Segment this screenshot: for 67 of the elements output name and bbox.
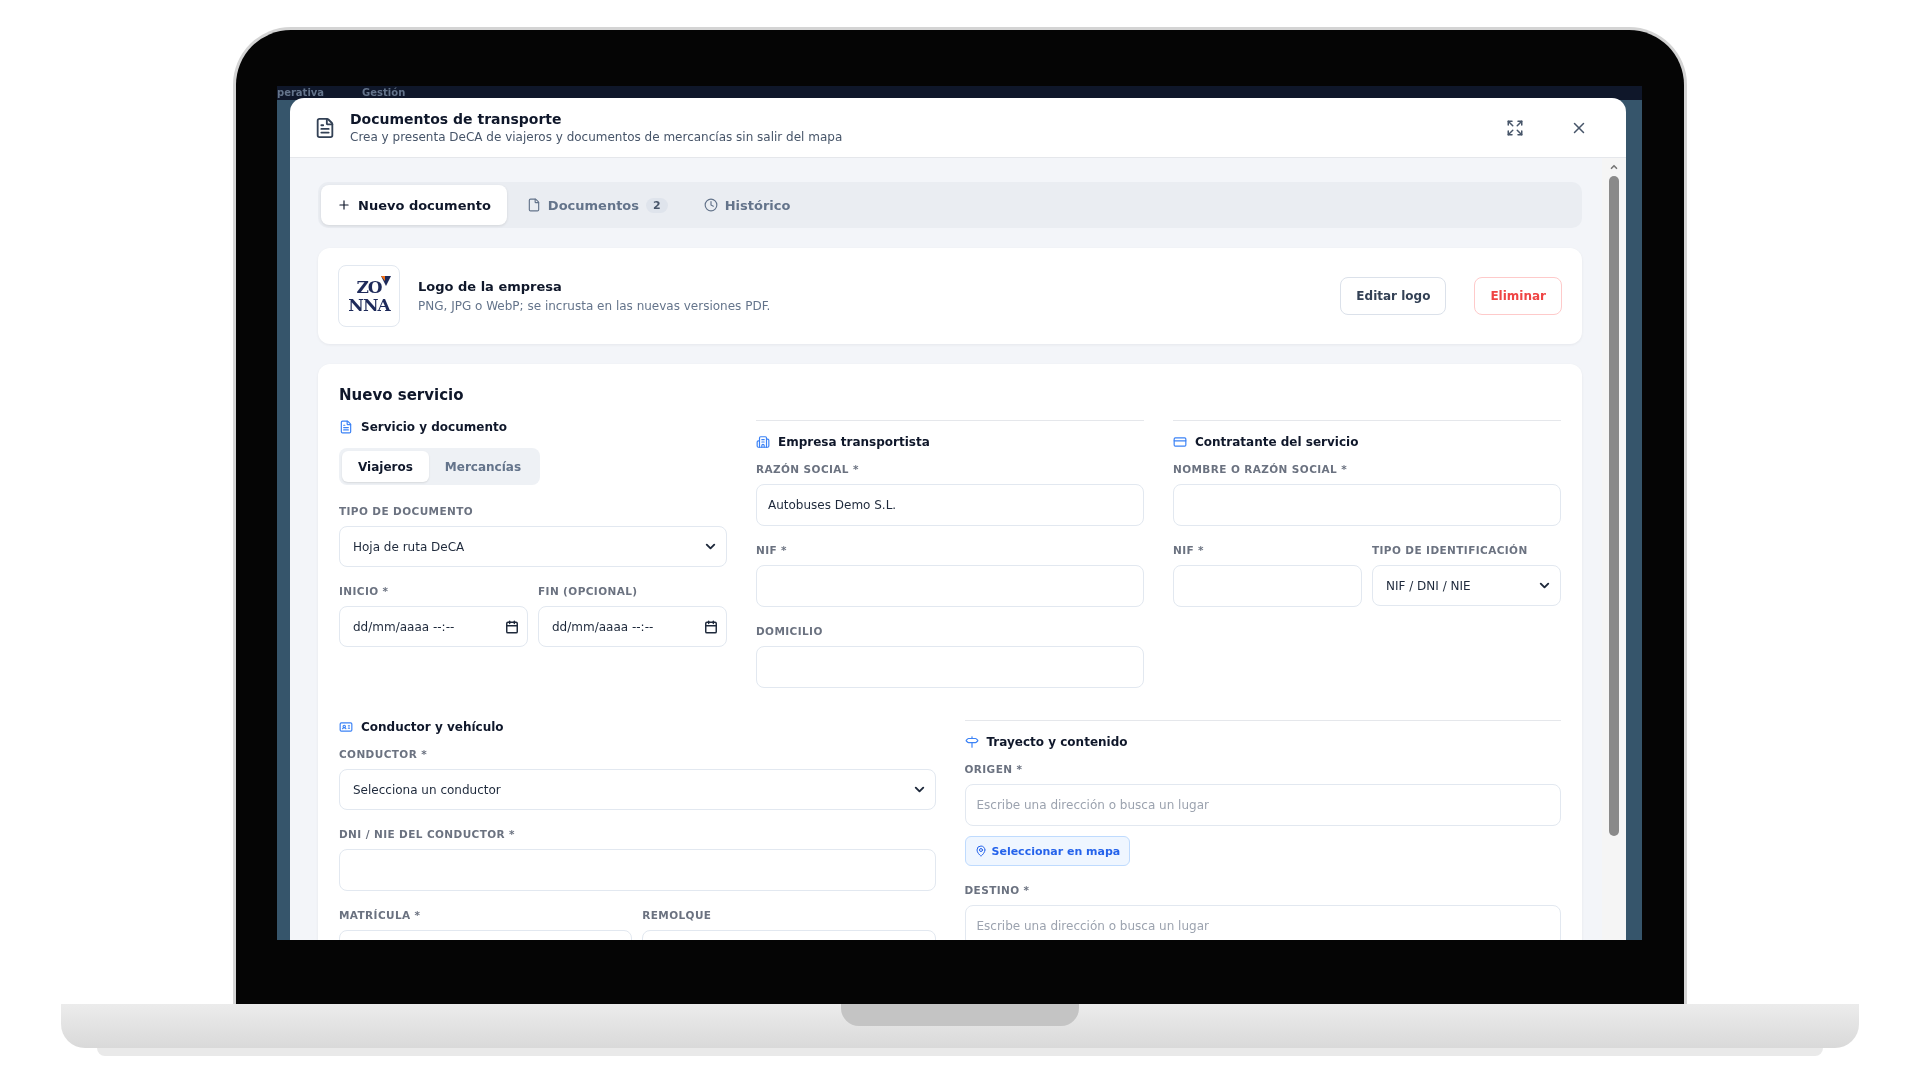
id-card-icon [339, 720, 353, 734]
document-icon [314, 116, 336, 139]
input-field[interactable] [756, 646, 1144, 688]
document-icon [339, 420, 353, 434]
file-icon [526, 198, 541, 212]
company-logo: ZO NNA [338, 265, 400, 327]
section-title: Contratante del servicio [1195, 435, 1359, 449]
plus-icon [337, 198, 351, 212]
segment[interactable]: Viajeros [342, 451, 429, 482]
field-label: TIPO DE IDENTIFICACIÓN [1372, 544, 1529, 556]
segment[interactable]: Mercancías [428, 451, 538, 482]
field-label: NIF * [1173, 544, 1205, 556]
map-pin-icon [974, 845, 987, 857]
select-on-map-button[interactable]: Seleccionar en mapa [964, 836, 1131, 866]
input-field[interactable] [756, 565, 1144, 607]
input-field[interactable] [339, 849, 936, 891]
section-title: Conductor y vehículo [361, 720, 504, 734]
date-field[interactable]: dd/mm/aaaa --:-- [538, 606, 727, 647]
field-label: DNI / NIE DEL CONDUCTOR * [339, 828, 516, 840]
scrollbar-thumb[interactable] [1609, 176, 1619, 836]
field-label: DESTINO * [964, 884, 1031, 896]
field-label: NIF * [756, 544, 788, 556]
tab[interactable]: Documentos 2 [510, 185, 684, 225]
section-title: Empresa transportista [778, 435, 930, 449]
modal-subtitle: Crea y presenta DeCA de viajeros y documentos de mercancías sin salir del mapa [350, 130, 844, 144]
tab[interactable]: Histórico [687, 185, 807, 225]
card-title: Nuevo servicio [339, 386, 465, 404]
input-field[interactable]: Escribe una dirección o busca un lugar [964, 784, 1561, 826]
logo-description: PNG, JPG o WebP; se incrusta en las nuevas versiones PDF. [418, 299, 772, 313]
input-field[interactable] [1173, 565, 1362, 607]
card-icon [1173, 435, 1187, 449]
input-field[interactable]: Autobuses Demo S.L. [756, 484, 1144, 526]
section-title: Servicio y documento [361, 420, 507, 434]
modal-title: Documentos de transporte [350, 111, 563, 127]
expand-icon [1506, 118, 1524, 137]
select-field[interactable]: Hoja de ruta DeCA [339, 526, 727, 567]
clock-icon [703, 198, 718, 212]
field-label: RAZÓN SOCIAL * [756, 463, 860, 475]
section-title: Trayecto y contenido [986, 735, 1128, 749]
calendar-icon [704, 619, 718, 634]
field-label: CONDUCTOR * [339, 748, 429, 760]
logo-title: Logo de la empresa [418, 279, 563, 294]
input-field[interactable] [1173, 484, 1561, 526]
field-label: REMOLQUE [642, 909, 713, 921]
select-field[interactable]: NIF / DNI / NIE [1372, 565, 1561, 606]
select-field[interactable]: Selecciona un conductor [339, 769, 936, 810]
nav-item[interactable]: Gestión [362, 87, 406, 99]
edit-button[interactable]: Editar logo [1340, 277, 1447, 315]
field-label: INICIO * [339, 585, 390, 597]
logo-mark-icon [381, 276, 391, 286]
delete-button[interactable]: Eliminar [1474, 277, 1562, 315]
signpost-icon [964, 735, 979, 749]
tab[interactable]: Nuevo documento [321, 185, 507, 225]
field-label: NOMBRE O RAZÓN SOCIAL * [1173, 463, 1349, 475]
calendar-icon [505, 619, 519, 634]
input-field[interactable]: Escribe una dirección o busca un lugar [964, 905, 1561, 940]
field-label: MATRÍCULA * [339, 909, 422, 921]
scroll-up-icon[interactable] [1609, 162, 1619, 172]
field-label: ORIGEN * [964, 763, 1024, 775]
building-icon [756, 435, 770, 449]
scrollbar[interactable] [1602, 158, 1626, 940]
nav-item[interactable]: perativa [277, 87, 325, 99]
date-field[interactable]: dd/mm/aaaa --:-- [339, 606, 528, 647]
field-label: TIPO DE DOCUMENTO [339, 505, 475, 517]
field-label: FIN (OPCIONAL) [538, 585, 639, 597]
field-label: DOMICILIO [756, 625, 824, 637]
count-badge: 2 [646, 197, 668, 213]
